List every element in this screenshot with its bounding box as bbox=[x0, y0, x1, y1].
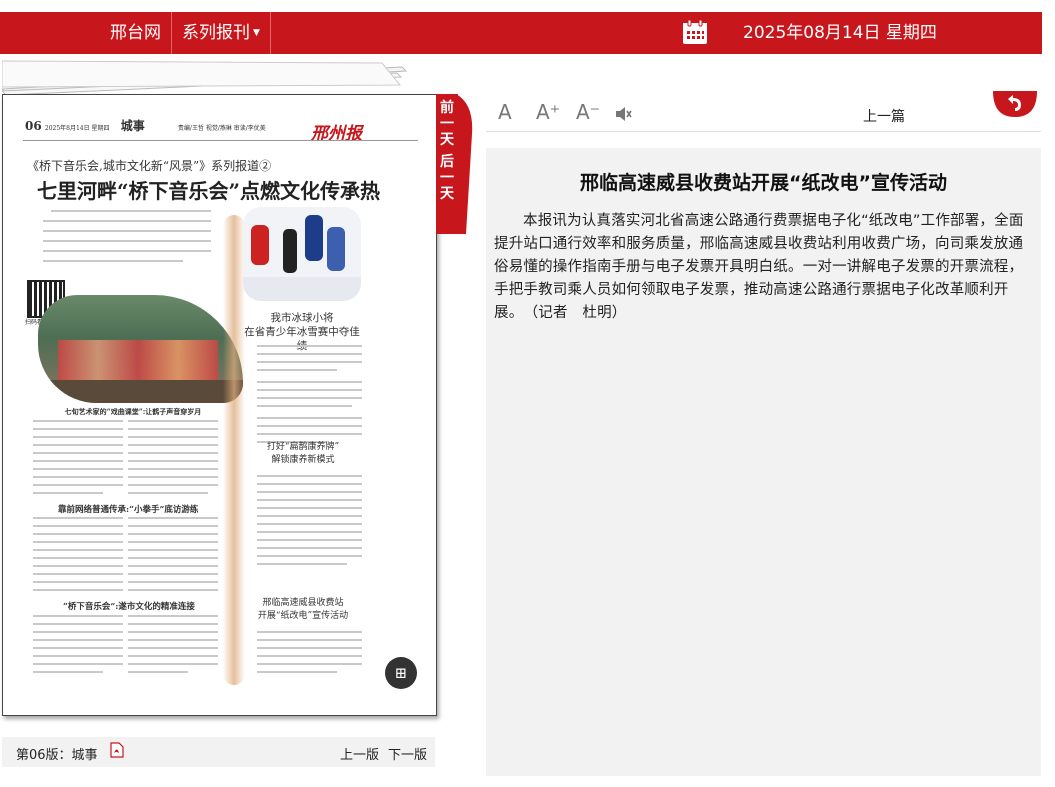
prev-article-link[interactable]: 上一篇 bbox=[863, 106, 905, 126]
pdf-icon[interactable] bbox=[110, 742, 124, 758]
current-date: 2025年08月14日 星期四 bbox=[743, 23, 937, 43]
headline: 七里河畔“桥下音乐会”点燃文化传承热 bbox=[37, 179, 381, 203]
day-switcher: 前一天 后一天 bbox=[436, 94, 458, 234]
side-story-2-title-line2: 解锁康养新模式 bbox=[271, 455, 335, 465]
nav-divider bbox=[269, 12, 271, 54]
article-toolbar: A A⁺ A⁻ 上一篇 bbox=[486, 91, 1041, 132]
side-story-title-line1: 我市冰球小将 bbox=[270, 312, 334, 324]
main-photo bbox=[38, 295, 243, 403]
sub-head-2: “桥下音乐会”:遂市文化的精准连接 bbox=[63, 602, 195, 612]
header-rule bbox=[23, 140, 418, 141]
next-day-label: 后一天 bbox=[440, 154, 454, 202]
article-panel: 邢临高速威县收费站开展“纸改电”宣传活动 本报讯为认真落实河北省高速公路通行费票… bbox=[486, 148, 1041, 776]
prev-day-label: 前一天 bbox=[440, 100, 454, 148]
tab-curve-decoration bbox=[456, 94, 473, 234]
speaker-icon[interactable] bbox=[614, 105, 634, 123]
headline-kicker: 《桥下音乐会,城市文化新“风景”》系列报道② bbox=[27, 159, 272, 173]
side-story-3-title-line1: 邢临高速威县收费站 bbox=[262, 598, 344, 608]
font-normal-button[interactable]: A bbox=[498, 100, 512, 124]
paper-stack-decoration bbox=[2, 60, 408, 95]
back-arrow-icon[interactable] bbox=[991, 89, 1039, 119]
page-number: 06 bbox=[25, 119, 42, 133]
page-section: 城事 bbox=[120, 119, 145, 133]
hockey-photo bbox=[243, 207, 361, 301]
page-header: 06 2025年8月14日 星期四 城事 责编/王哲 视觉/燕琳 审读/李优美 bbox=[25, 117, 266, 134]
calendar-icon[interactable] bbox=[682, 19, 708, 45]
edition-label[interactable]: 第06版：城事 bbox=[16, 744, 98, 763]
top-nav: 邢台网 系列报刊 ▼ bbox=[100, 12, 271, 54]
prev-day-link[interactable]: 前一天 bbox=[436, 94, 458, 148]
image-add-icon: ⊞ bbox=[394, 664, 408, 682]
photo-caption: 七旬艺术家的“戏曲课堂”:让鹤子声音穿岁月 bbox=[64, 407, 202, 416]
next-day-link[interactable]: 后一天 bbox=[436, 148, 458, 202]
image-add-button[interactable]: ⊞ bbox=[385, 657, 417, 689]
newspaper-page[interactable]: 06 2025年8月14日 星期四 城事 责编/王哲 视觉/燕琳 审读/李优美 … bbox=[2, 94, 437, 716]
next-edition-link[interactable]: 下一版 bbox=[388, 744, 427, 763]
side-story-2-title: 打好“扁鹊康养牌” 解锁康养新模式 bbox=[247, 441, 359, 467]
top-nav-bar: 邢台网 系列报刊 ▼ 2025年08月14日 星期四 bbox=[0, 12, 1042, 54]
page-editors: 责编/王哲 视觉/燕琳 审读/李优美 bbox=[177, 125, 266, 132]
article-title: 邢临高速威县收费站开展“纸改电”宣传活动 bbox=[580, 172, 947, 194]
font-larger-button[interactable]: A⁺ bbox=[536, 100, 560, 124]
series-menu[interactable]: 系列报刊 ▼ bbox=[172, 12, 270, 54]
newspaper-content: 06 2025年8月14日 星期四 城事 责编/王哲 视觉/燕琳 审读/李优美 … bbox=[3, 95, 436, 715]
prev-edition-link[interactable]: 上一版 bbox=[340, 744, 379, 763]
side-story-2-title-line1: 打好“扁鹊康养牌” bbox=[266, 442, 340, 452]
font-smaller-button[interactable]: A⁻ bbox=[576, 100, 600, 124]
brush-stroke-decoration bbox=[223, 215, 245, 685]
series-menu-label: 系列报刊 bbox=[182, 23, 250, 43]
edition-footer: 第06版：城事 上一版 下一版 bbox=[2, 737, 435, 767]
sub-head-1: 靠前网络普通传承:“小拳手”底访游练 bbox=[58, 505, 199, 515]
article-body: 本报讯为认真落实河北省高速公路通行费票据电子化“纸改电”工作部署，全面提升站口通… bbox=[494, 213, 1024, 321]
side-story-title-line2: 在省青少年冰雪赛中夺佳绩 bbox=[244, 326, 360, 352]
side-story-3-title-line2: 开展“纸改电”宣传活动 bbox=[257, 611, 349, 621]
site-home-link[interactable]: 邢台网 bbox=[100, 12, 171, 54]
chevron-down-icon: ▼ bbox=[253, 28, 260, 38]
side-story-3-title: 邢临高速威县收费站 开展“纸改电”宣传活动 bbox=[247, 597, 359, 623]
page-meta: 2025年8月14日 星期四 bbox=[44, 125, 110, 132]
